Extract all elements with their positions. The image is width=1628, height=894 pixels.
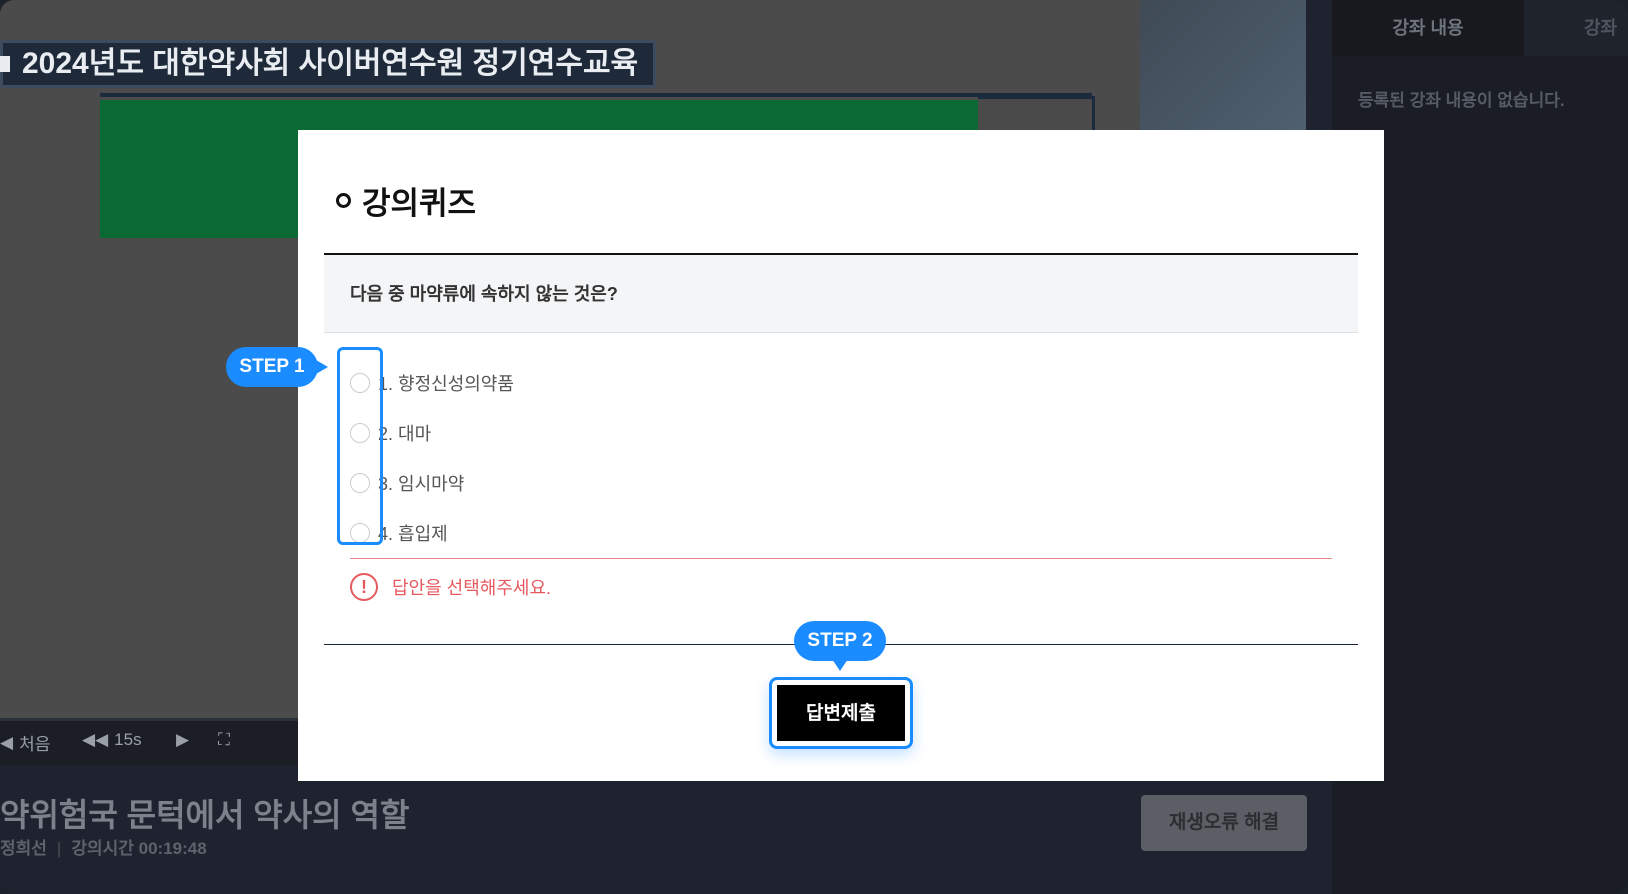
quiz-modal: 강의퀴즈 다음 중 마약류에 속하지 않는 것은? 1. 향정신성의약품 2. … (298, 130, 1384, 781)
tab-course-other[interactable]: 강좌 (1524, 0, 1628, 56)
lecture-duration: 강의시간 00:19:48 (71, 839, 207, 858)
play-icon: ▶ (176, 730, 190, 749)
quiz-header: 강의퀴즈 (336, 178, 476, 223)
slide-title-marker (0, 56, 10, 72)
submit-answer-button[interactable]: 답변제출 (777, 685, 905, 741)
quiz-option-label: 4. 흡입제 (378, 524, 448, 544)
quiz-error: ! 답안을 선택해주세요. (350, 573, 551, 601)
first-label: 처음 (19, 735, 51, 754)
sidebar-empty-text: 등록된 강좌 내용이 없습니다. (1358, 91, 1565, 110)
step2-callout: STEP 2 (794, 621, 886, 671)
slide-title-text: 2024년도 대한약사회 사이버연수원 정기연수교육 (22, 47, 639, 80)
app-frame: 2024년도 대한약사회 사이버연수원 정기연수교육 ◀ 처음 ◀◀ 15s ▶… (0, 0, 1628, 894)
quiz-option-label: 1. 향정신성의약품 (378, 374, 514, 394)
lecture-meta: 정희선 | 강의시간 00:19:48 (0, 834, 207, 859)
rewind-label: 15s (114, 730, 142, 749)
meta-divider: | (56, 839, 62, 858)
rewind-button[interactable]: ◀◀ 15s (82, 730, 142, 750)
lecture-title: 약위험국 문턱에서 약사의 역할 (0, 797, 410, 833)
slide-title: 2024년도 대한약사회 사이버연수원 정기연수교육 (0, 40, 657, 88)
rewind-icon: ◀◀ (82, 730, 109, 749)
slide-border (100, 93, 1092, 97)
sidebar-tabs: 강좌 내용 강좌 (1332, 0, 1628, 56)
quiz-error-message: 답안을 선택해주세요. (392, 578, 552, 598)
fullscreen-button[interactable]: ⛶ (218, 730, 230, 750)
fullscreen-icon: ⛶ (218, 730, 230, 749)
quiz-question: 다음 중 마약류에 속하지 않는 것은? (324, 255, 1358, 333)
skip-start-icon: ◀ (0, 732, 14, 752)
warning-icon: ! (350, 573, 378, 601)
step1-highlight (337, 347, 383, 545)
submit-highlight: 답변제출 (769, 677, 913, 749)
quiz-option-label: 2. 대마 (378, 424, 432, 444)
quiz-option-label: 3. 임시마약 (378, 474, 465, 494)
circle-bullet-icon (336, 193, 351, 208)
tab-course-content[interactable]: 강좌 내용 (1332, 0, 1524, 56)
lecture-instructor: 정희선 (0, 839, 47, 858)
quiz-title: 강의퀴즈 (362, 186, 477, 221)
step1-callout: STEP 1 (226, 347, 328, 387)
first-button[interactable]: ◀ 처음 (0, 730, 50, 755)
play-button[interactable]: ▶ (176, 730, 189, 750)
playback-error-button[interactable]: 재생오류 해결 (1141, 795, 1307, 851)
error-divider (350, 558, 1332, 559)
